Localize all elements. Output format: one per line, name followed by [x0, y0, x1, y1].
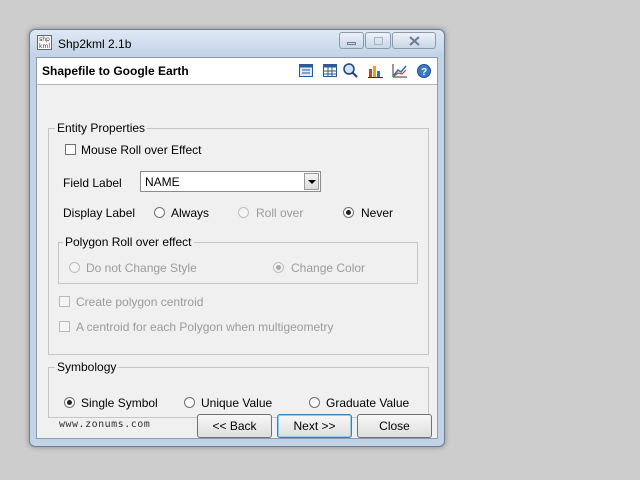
centroid-each-checkbox[interactable]: [59, 321, 70, 332]
field-label-value: NAME: [145, 175, 180, 189]
dialog-body: Shapefile to Google Earth ? Entity Prope: [36, 57, 438, 439]
mouse-rollover-checkbox[interactable]: [65, 144, 76, 155]
layer-view-icon[interactable]: [298, 63, 313, 78]
minimize-icon: [347, 41, 356, 45]
field-label-select[interactable]: NAME: [140, 171, 321, 192]
mouse-rollover-label: Mouse Roll over Effect: [81, 143, 202, 157]
chevron-down-icon[interactable]: [304, 173, 319, 190]
field-label-caption: Field Label: [63, 176, 122, 190]
display-rollover-label: Roll over: [256, 206, 304, 220]
app-window: shp kml Shp2kml 2.1b Shapefile to Google…: [29, 29, 445, 447]
minimize-button[interactable]: [339, 32, 364, 49]
display-always-label: Always: [171, 206, 210, 220]
dialog-header: Shapefile to Google Earth ?: [37, 58, 437, 85]
create-centroid-checkbox[interactable]: [59, 296, 70, 307]
no-style-change-label: Do not Change Style: [86, 261, 197, 275]
centroid-each-label: A centroid for each Polygon when multige…: [76, 320, 334, 334]
svg-text:?: ?: [420, 67, 426, 78]
single-symbol-radio[interactable]: [64, 397, 75, 408]
chart-icon[interactable]: [368, 63, 383, 78]
display-never-label: Never: [361, 206, 394, 220]
header-title: Shapefile to Google Earth: [42, 64, 189, 78]
display-rollover-radio[interactable]: [238, 207, 249, 218]
display-always-radio[interactable]: [154, 207, 165, 218]
create-centroid-label: Create polygon centroid: [76, 295, 204, 309]
next-button[interactable]: Next >>: [277, 414, 352, 438]
maximize-icon: [373, 36, 383, 45]
change-color-radio[interactable]: [273, 262, 284, 273]
close-button[interactable]: Close: [357, 414, 432, 438]
no-style-change-radio[interactable]: [69, 262, 80, 273]
polygon-rollover-legend: Polygon Roll over effect: [65, 235, 192, 249]
display-label-caption: Display Label: [63, 206, 136, 220]
graduate-value-radio[interactable]: [309, 397, 320, 408]
query-icon[interactable]: [343, 63, 358, 78]
polygon-rollover-group: Polygon Roll over effect: [58, 235, 418, 284]
brand-logo: www.zonums.com: [59, 419, 151, 430]
close-icon: [408, 35, 420, 46]
unique-value-radio[interactable]: [184, 397, 195, 408]
help-icon[interactable]: ?: [416, 63, 431, 78]
graduate-value-label: Graduate Value: [326, 396, 410, 410]
title-bar[interactable]: shp kml Shp2kml 2.1b: [30, 30, 444, 56]
change-color-label: Change Color: [291, 261, 366, 275]
display-never-radio[interactable]: [343, 207, 354, 218]
unique-value-label: Unique Value: [201, 396, 273, 410]
back-button[interactable]: << Back: [197, 414, 272, 438]
entity-properties-legend: Entity Properties: [57, 121, 146, 135]
window-title: Shp2kml 2.1b: [58, 37, 132, 51]
symbology-legend: Symbology: [57, 360, 117, 374]
table-view-icon[interactable]: [322, 63, 337, 78]
close-window-button[interactable]: [392, 32, 436, 49]
maximize-button[interactable]: [365, 32, 391, 49]
graph-icon[interactable]: [392, 63, 407, 78]
app-logo-icon: shp kml: [37, 35, 52, 50]
single-symbol-label: Single Symbol: [81, 396, 158, 410]
